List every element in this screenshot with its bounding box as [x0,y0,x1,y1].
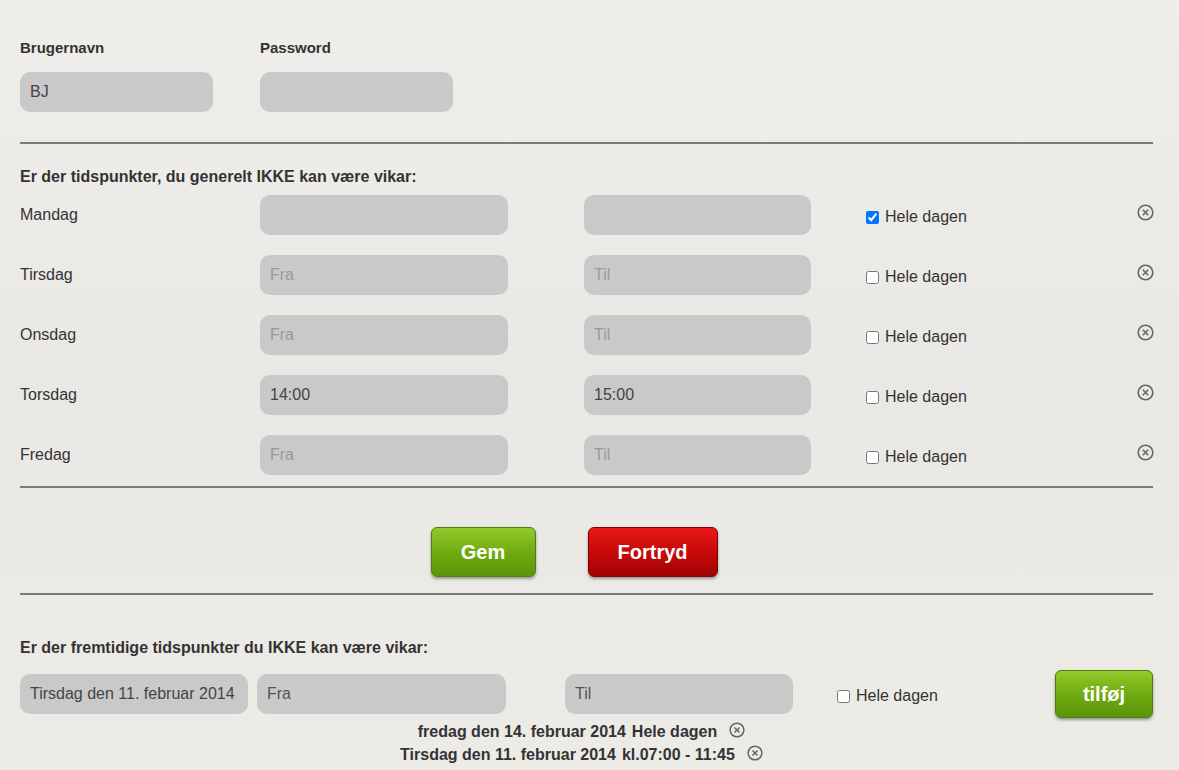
clear-icon[interactable] [1137,384,1154,401]
all-day-label: Hele dagen [856,687,938,705]
day-label: Onsdag [20,315,260,344]
clear-icon[interactable] [1137,204,1154,221]
all-day-option[interactable]: Hele dagen [866,264,1137,286]
weekday-row: Tirsdag Hele dagen [20,255,1153,295]
from-input[interactable] [260,315,508,355]
entry-date: Tirsdag den 11. februar 2014 [400,743,616,766]
add-button[interactable]: tilføj [1055,670,1153,718]
clear-icon[interactable] [1137,444,1154,461]
action-buttons: Gem Fortryd [20,527,1153,577]
substitute-availability-page: Brugernavn Password Er der tidspunkter, … [0,0,1179,770]
from-input[interactable] [260,435,508,475]
weekly-heading: Er der tidspunkter, du generelt IKKE kan… [20,167,1153,187]
from-input[interactable] [260,255,508,295]
all-day-label: Hele dagen [885,208,967,226]
all-day-checkbox[interactable] [866,391,879,404]
username-label: Brugernavn [20,38,213,58]
all-day-checkbox[interactable] [866,331,879,344]
entry-date: fredag den 14. februar 2014 [418,720,626,743]
future-entries: fredag den 14. februar 2014 Hele dagen T… [20,720,1153,766]
clear-icon[interactable] [1137,324,1154,341]
all-day-option[interactable]: Hele dagen [837,683,1055,705]
all-day-checkbox[interactable] [866,211,879,224]
all-day-checkbox[interactable] [866,451,879,464]
password-group: Password [260,38,453,112]
weekday-row: Mandag Hele dagen [20,195,1153,235]
all-day-checkbox[interactable] [837,690,850,703]
login-section: Brugernavn Password [20,38,1153,112]
to-input[interactable] [565,674,793,714]
all-day-option[interactable]: Hele dagen [866,384,1137,406]
future-entry: fredag den 14. februar 2014 Hele dagen [418,720,745,743]
all-day-label: Hele dagen [885,328,967,346]
to-input[interactable] [584,255,811,295]
date-input[interactable] [20,674,248,714]
divider [20,142,1153,144]
day-label: Fredag [20,435,260,464]
password-label: Password [260,38,453,58]
cancel-button[interactable]: Fortryd [588,527,718,577]
all-day-option[interactable]: Hele dagen [866,324,1137,346]
username-group: Brugernavn [20,38,213,112]
day-label: Mandag [20,195,260,224]
all-day-option[interactable]: Hele dagen [866,204,1137,226]
remove-icon[interactable] [729,722,745,738]
from-input[interactable] [257,674,506,714]
future-entry: Tirsdag den 11. februar 2014 kl.07:00 - … [400,743,763,766]
to-input[interactable] [584,315,811,355]
all-day-option[interactable]: Hele dagen [866,444,1137,466]
weekly-list: Mandag Hele dagen Tirsdag Hele dagen Ons… [20,195,1153,475]
weekday-row: Torsdag Hele dagen [20,375,1153,415]
to-input[interactable] [584,375,811,415]
weekday-row: Fredag Hele dagen [20,435,1153,475]
divider [20,486,1153,488]
clear-icon[interactable] [1137,264,1154,281]
entry-time: kl.07:00 - 11:45 [622,743,735,766]
entry-time: Hele dagen [632,720,717,743]
from-input[interactable] [260,195,508,235]
all-day-label: Hele dagen [885,268,967,286]
day-label: Tirsdag [20,255,260,284]
save-button[interactable]: Gem [431,527,536,577]
all-day-label: Hele dagen [885,388,967,406]
to-input[interactable] [584,195,811,235]
password-input[interactable] [260,72,453,112]
future-entry-form: Hele dagen tilføj [20,670,1153,710]
weekday-row: Onsdag Hele dagen [20,315,1153,355]
username-input[interactable] [20,72,213,112]
from-input[interactable] [260,375,508,415]
to-input[interactable] [584,435,811,475]
day-label: Torsdag [20,375,260,404]
future-heading: Er der fremtidige tidspunkter du IKKE ka… [20,638,1153,658]
all-day-checkbox[interactable] [866,271,879,284]
all-day-label: Hele dagen [885,448,967,466]
divider [20,593,1153,595]
remove-icon[interactable] [747,745,763,761]
